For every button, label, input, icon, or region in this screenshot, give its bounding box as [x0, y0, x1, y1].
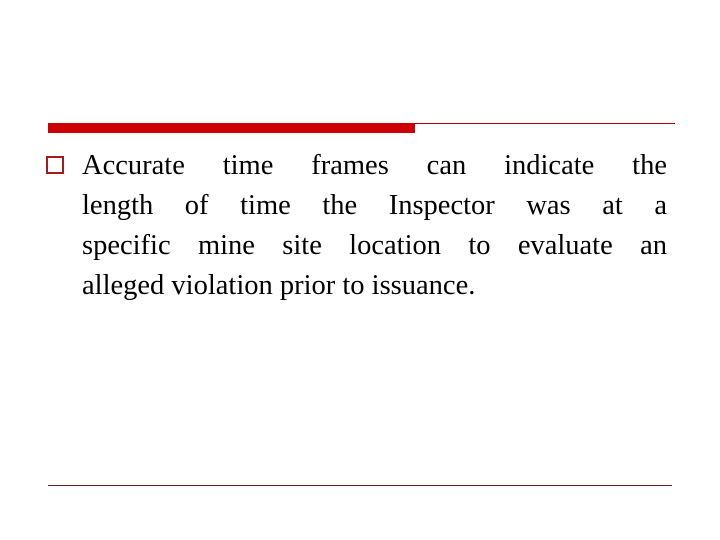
header-accent-bar	[48, 123, 415, 133]
footer-rule	[48, 485, 672, 486]
hollow-square-bullet-icon	[46, 156, 64, 174]
text-line: alleged violation prior to issuance.	[82, 270, 476, 301]
text-line: Accurate time frames can indicate the	[82, 150, 667, 181]
text-line: specific mine site location to evaluate …	[82, 230, 667, 261]
text-line: length of time the Inspector was at a	[82, 190, 667, 221]
header-rule	[415, 123, 675, 124]
bullet-paragraph: Accurate time frames can indicate the le…	[82, 146, 667, 306]
